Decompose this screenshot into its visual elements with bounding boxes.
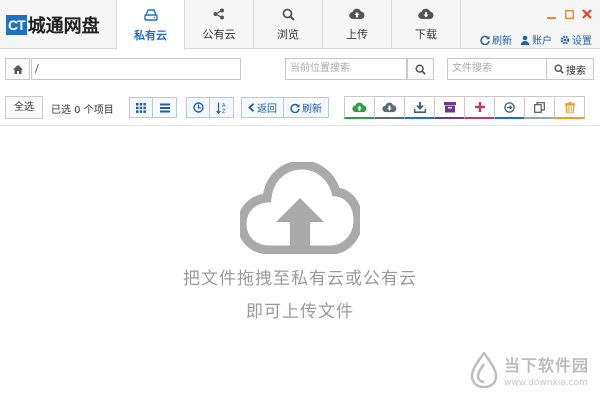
user-icon [520,35,530,45]
trash-icon [564,101,575,113]
gear-icon [560,35,570,44]
download-button[interactable] [404,96,435,119]
tab-label: 公有云 [202,28,236,41]
main-tabs: 私有云 公有云 浏览 上传 下载 [116,0,461,50]
settings-button[interactable]: 设置 [560,32,592,47]
home-button[interactable] [5,58,30,80]
watermark-cn: 当下软件园 [504,356,590,375]
top-refresh-button[interactable]: 刷新 [480,32,512,47]
clock-icon [192,102,204,113]
file-search-button[interactable]: 搜索 [546,58,594,80]
home-icon [12,64,23,74]
logo-text: 城通网盘 [27,16,100,37]
tab-download[interactable]: 下载 [392,0,461,49]
window-controls [546,9,592,19]
location-search-button[interactable] [407,58,434,80]
file-search-input[interactable]: 文件搜索 [447,58,547,80]
watermark: 当下软件园 www.downxia.com [468,350,589,390]
archive-icon [443,101,456,112]
list-view-button[interactable] [153,98,176,117]
sort-group: AZ [186,97,234,118]
select-all-button[interactable]: 全选 [5,96,43,119]
drive-icon [143,8,158,22]
logo-badge: CT [6,15,27,35]
settings-label: 设置 [572,36,592,47]
navigation-group: 返回 刷新 [241,97,329,118]
share-icon [213,7,225,21]
sort-alpha-icon: AZ [216,102,226,114]
file-action-group [344,96,585,119]
sort-by-time-button[interactable] [187,98,210,117]
list-icon [159,103,170,112]
chevron-left-icon [248,103,255,112]
watermark-en: www.downxia.com [504,378,588,388]
path-bar: / 当前位置搜索 文件搜索 搜索 [0,50,600,88]
maximize-button[interactable] [564,9,574,19]
search-icon [554,64,564,74]
watermark-text: 当下软件园 www.downxia.com [504,352,589,388]
cloud-upload-icon [352,102,367,112]
title-bar: CT 城通网盘 私有云 公有云 浏览 上传 下载 刷新 账户 设置 [0,0,600,50]
top-refresh-label: 刷新 [492,36,512,47]
tab-upload[interactable]: 上传 [323,0,392,49]
view-mode-group [129,97,177,118]
add-button[interactable] [464,96,495,119]
drop-hint-line2: 即可上传文件 [246,302,354,322]
drop-zone[interactable]: 把文件拖拽至私有云或公有云 即可上传文件 当下软件园 www.downxia.c… [0,127,600,402]
tab-label: 上传 [346,28,368,41]
drop-hint-line1: 把文件拖拽至私有云或公有云 [183,269,417,289]
circle-arrow-icon [504,101,515,113]
app-logo: CT 城通网盘 [6,14,100,37]
archive-button[interactable] [434,96,465,119]
refresh-label: 刷新 [302,104,322,115]
refresh-icon [290,103,300,113]
copy-button[interactable] [524,96,555,119]
tab-label: 浏览 [277,28,299,41]
watermark-logo-icon [470,352,498,388]
close-button[interactable] [582,9,592,19]
upload-button[interactable] [344,96,375,119]
account-button[interactable]: 账户 [520,32,552,47]
grid-icon [136,102,146,113]
search-button-label: 搜索 [566,65,586,77]
cloud-upload-icon [240,162,360,254]
account-label: 账户 [532,36,552,47]
search-icon [415,64,426,75]
tab-private-cloud[interactable]: 私有云 [116,0,185,50]
tab-public-cloud[interactable]: 公有云 [185,0,254,49]
selection-info: 已选 0 个项目 [51,105,114,116]
grid-view-button[interactable] [130,98,153,117]
minimize-button[interactable] [546,9,556,19]
delete-button[interactable] [554,96,585,119]
path-input[interactable]: / [31,58,241,80]
copy-icon [534,101,545,113]
back-label: 返回 [257,104,277,115]
download-icon [413,101,426,113]
cloud-download-icon [382,102,397,112]
sort-by-name-button[interactable]: AZ [210,98,233,117]
plus-icon [474,102,485,112]
svg-text:Z: Z [222,109,226,114]
tab-browse[interactable]: 浏览 [254,0,323,49]
cloud-download-button[interactable] [374,96,405,119]
move-button[interactable] [494,96,525,119]
refresh-button[interactable]: 刷新 [284,98,328,117]
cloud-download-icon [418,7,434,21]
top-actions: 刷新 账户 设置 [480,32,592,47]
refresh-icon [480,35,490,45]
tab-label: 下载 [415,28,437,41]
back-button[interactable]: 返回 [242,98,284,117]
cloud-upload-icon [349,7,365,21]
tab-label: 私有云 [134,28,167,42]
location-search-input[interactable]: 当前位置搜索 [285,58,407,80]
toolbar: 全选 已选 0 个项目 AZ 返回 刷新 [0,90,600,126]
search-icon [282,7,295,21]
